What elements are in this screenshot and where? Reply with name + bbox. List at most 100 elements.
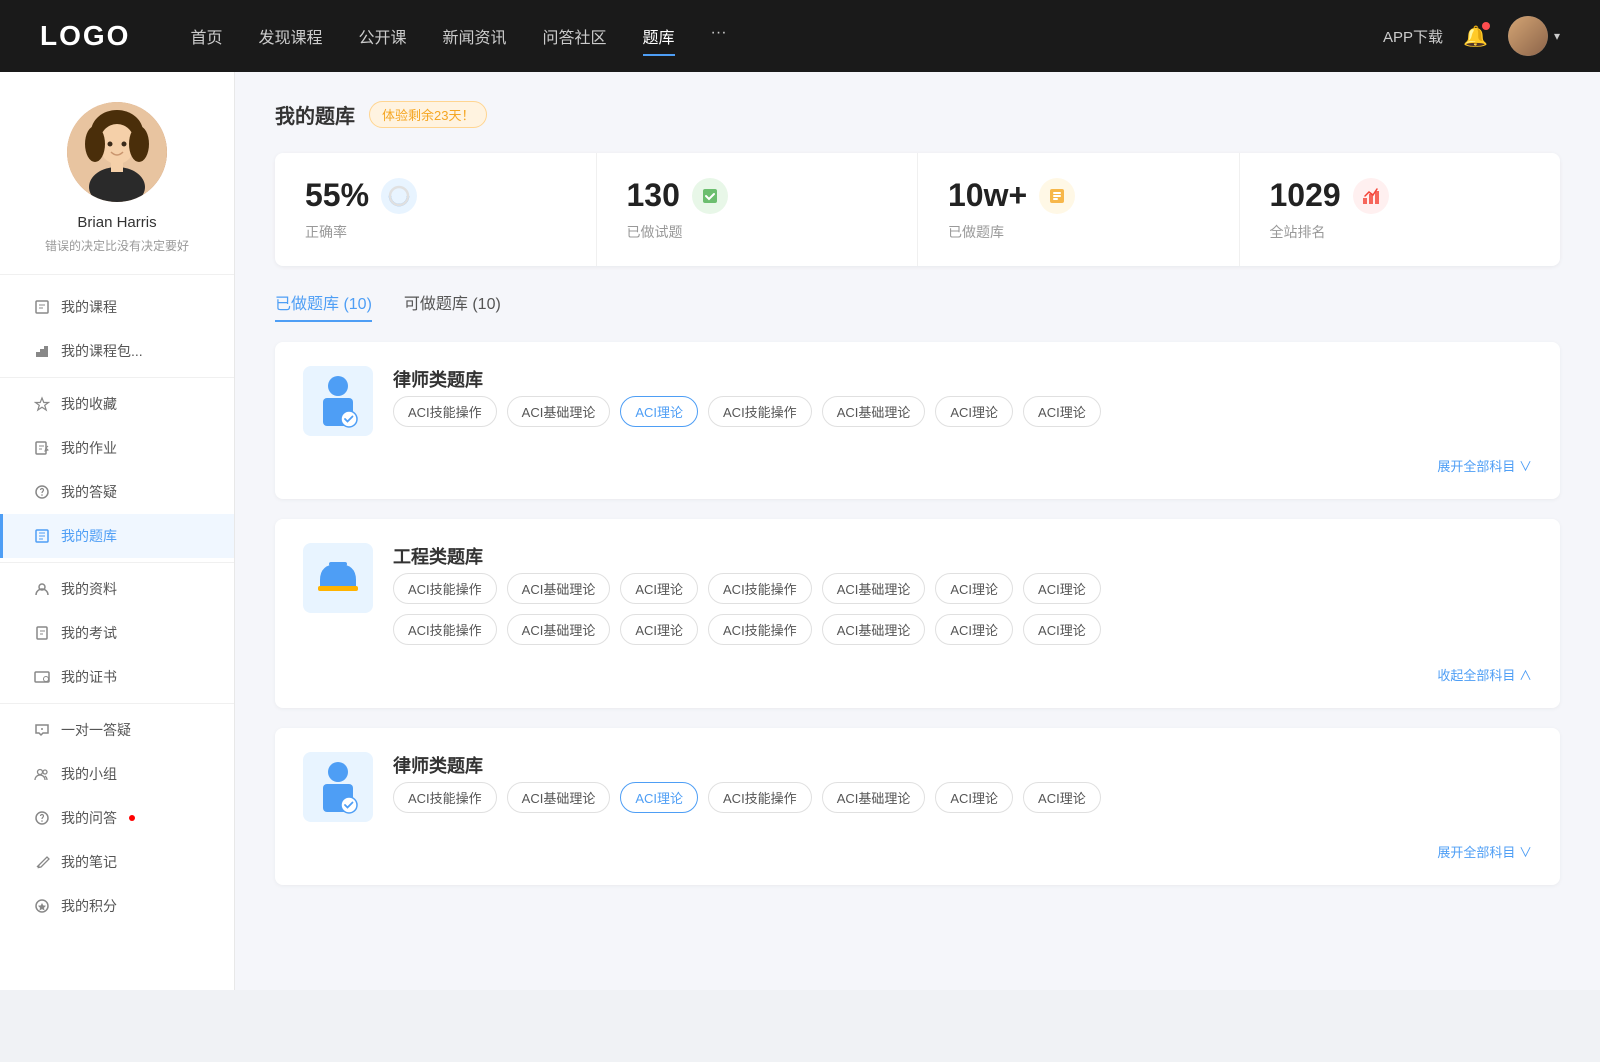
- bank-tag[interactable]: ACI基础理论: [822, 396, 926, 427]
- tab-done[interactable]: 已做题库 (10): [275, 290, 372, 322]
- bank-tag[interactable]: ACI理论: [620, 614, 698, 645]
- bank-tags: ACI技能操作 ACI基础理论 ACI理论 ACI技能操作 ACI基础理论 AC…: [393, 396, 1532, 427]
- trial-badge: 体验剩余23天！: [369, 101, 487, 128]
- bank-tag[interactable]: ACI理论: [620, 573, 698, 604]
- sidebar-item-course-packages[interactable]: 我的课程包...: [0, 329, 234, 373]
- tab-available[interactable]: 可做题库 (10): [404, 290, 501, 322]
- app-download-button[interactable]: APP下载: [1383, 26, 1443, 47]
- nav-link-home[interactable]: 首页: [190, 20, 222, 52]
- sidebar-item-points[interactable]: 我的积分: [0, 884, 234, 928]
- profile-avatar: [67, 102, 167, 202]
- stat-top: 1029: [1270, 177, 1531, 214]
- profile-icon: [33, 580, 51, 598]
- stat-value: 10w+: [948, 177, 1027, 214]
- bank-tag[interactable]: ACI技能操作: [708, 396, 812, 427]
- exam-icon: [33, 624, 51, 642]
- star-icon: [33, 395, 51, 413]
- bank-tag[interactable]: ACI技能操作: [393, 573, 497, 604]
- sidebar-item-label: 一对一答疑: [61, 720, 131, 740]
- sidebar-item-notes[interactable]: 我的笔记: [0, 840, 234, 884]
- bank-footer: 收起全部科目 ∧: [303, 665, 1532, 684]
- avatar: [1508, 16, 1548, 56]
- sidebar-item-my-questions[interactable]: 我的问答: [0, 796, 234, 840]
- expand-link-2[interactable]: 展开全部科目 ∨: [1437, 842, 1532, 861]
- bank-tag[interactable]: ACI理论: [1023, 782, 1101, 813]
- notification-dot: [1482, 22, 1490, 30]
- sidebar-item-favorites[interactable]: 我的收藏: [0, 382, 234, 426]
- divider: [0, 562, 234, 563]
- bank-card-1: 律师类题库 ACI技能操作 ACI基础理论 ACI理论 ACI技能操作 ACI基…: [275, 342, 1560, 499]
- user-avatar-dropdown[interactable]: ▾: [1508, 16, 1560, 56]
- bank-tag[interactable]: ACI理论: [1023, 396, 1101, 427]
- bank-tag[interactable]: ACI理论: [935, 396, 1013, 427]
- bank-tag[interactable]: ACI基础理论: [507, 782, 611, 813]
- sidebar-item-label: 我的答疑: [61, 482, 117, 502]
- courses-icon: [33, 298, 51, 316]
- bank-tag[interactable]: ACI技能操作: [393, 396, 497, 427]
- stat-top: 55%: [305, 177, 566, 214]
- collapse-link[interactable]: 收起全部科目 ∧: [1437, 665, 1532, 684]
- bank-title: 律师类题库: [393, 752, 1532, 778]
- bank-tag[interactable]: ACI基础理论: [822, 573, 926, 604]
- nav-link-discover[interactable]: 发现课程: [258, 20, 322, 52]
- points-icon: [33, 897, 51, 915]
- sidebar-item-label: 我的资料: [61, 579, 117, 599]
- stat-top: 10w+: [948, 177, 1209, 214]
- nav-link-news[interactable]: 新闻资讯: [443, 20, 507, 52]
- sidebar-item-certificate[interactable]: 我的证书: [0, 655, 234, 699]
- bank-footer: 展开全部科目 ∨: [303, 456, 1532, 475]
- nav-link-quiz[interactable]: 题库: [643, 20, 675, 52]
- ranking-icon: [1353, 178, 1389, 214]
- bank-icon: [33, 527, 51, 545]
- sidebar-item-exam[interactable]: 我的考试: [0, 611, 234, 655]
- sidebar-item-label: 我的考试: [61, 623, 117, 643]
- sidebar-item-label: 我的课程包...: [61, 341, 143, 361]
- bank-card-3: 律师类题库 ACI技能操作 ACI基础理论 ACI理论 ACI技能操作 ACI基…: [275, 728, 1560, 885]
- stat-label: 已做题库: [948, 222, 1209, 242]
- sidebar-item-profile[interactable]: 我的资料: [0, 567, 234, 611]
- sidebar-item-label: 我的小组: [61, 764, 117, 784]
- bank-tag[interactable]: ACI基础理论: [507, 614, 611, 645]
- bank-tag[interactable]: ACI基础理论: [822, 614, 926, 645]
- bank-tag[interactable]: ACI理论: [935, 614, 1013, 645]
- nav-logo[interactable]: LOGO: [40, 20, 130, 52]
- bank-tag[interactable]: ACI技能操作: [393, 782, 497, 813]
- bank-tag-active[interactable]: ACI理论: [620, 782, 698, 813]
- nav-link-more[interactable]: ···: [711, 20, 727, 52]
- expand-link[interactable]: 展开全部科目 ∨: [1437, 456, 1532, 475]
- stat-done-banks: 10w+ 已做题库: [918, 153, 1240, 266]
- sidebar-item-questions[interactable]: 我的答疑: [0, 470, 234, 514]
- sidebar-item-my-courses[interactable]: 我的课程: [0, 285, 234, 329]
- bank-tag[interactable]: ACI理论: [1023, 614, 1101, 645]
- sidebar-item-homework[interactable]: 我的作业: [0, 426, 234, 470]
- sidebar-item-question-bank[interactable]: 我的题库: [0, 514, 234, 558]
- bank-tag[interactable]: ACI理论: [935, 573, 1013, 604]
- bank-tags: ACI技能操作 ACI基础理论 ACI理论 ACI技能操作 ACI基础理论 AC…: [393, 782, 1532, 813]
- accuracy-icon: [381, 178, 417, 214]
- nav-link-qa[interactable]: 问答社区: [543, 20, 607, 52]
- sidebar-item-group[interactable]: 我的小组: [0, 752, 234, 796]
- bank-tag[interactable]: ACI理论: [935, 782, 1013, 813]
- stat-value: 130: [627, 177, 680, 214]
- bank-tag-active[interactable]: ACI理论: [620, 396, 698, 427]
- bank-tag[interactable]: ACI基础理论: [822, 782, 926, 813]
- avatar-image: [1508, 16, 1548, 56]
- sidebar-item-tutoring[interactable]: 一对一答疑: [0, 708, 234, 752]
- bank-card-header: 工程类题库 ACI技能操作 ACI基础理论 ACI理论 ACI技能操作 ACI基…: [303, 543, 1532, 645]
- nav-link-open[interactable]: 公开课: [358, 20, 406, 52]
- bank-tag[interactable]: ACI基础理论: [507, 396, 611, 427]
- bank-tag[interactable]: ACI技能操作: [708, 782, 812, 813]
- bank-tag[interactable]: ACI技能操作: [708, 614, 812, 645]
- bank-tag[interactable]: ACI理论: [1023, 573, 1101, 604]
- bank-card-header: 律师类题库 ACI技能操作 ACI基础理论 ACI理论 ACI技能操作 ACI基…: [303, 366, 1532, 436]
- bank-tag[interactable]: ACI技能操作: [708, 573, 812, 604]
- notification-bell[interactable]: 🔔: [1463, 24, 1488, 49]
- bank-info: 工程类题库 ACI技能操作 ACI基础理论 ACI理论 ACI技能操作 ACI基…: [393, 543, 1532, 645]
- bank-tag[interactable]: ACI技能操作: [393, 614, 497, 645]
- bank-title: 工程类题库: [393, 543, 1532, 569]
- bank-info: 律师类题库 ACI技能操作 ACI基础理论 ACI理论 ACI技能操作 ACI基…: [393, 752, 1532, 813]
- bank-tag[interactable]: ACI基础理论: [507, 573, 611, 604]
- divider: [0, 377, 234, 378]
- main-content: 我的题库 体验剩余23天！ 55% 正确率 13: [235, 72, 1600, 990]
- sidebar-profile: Brian Harris 错误的决定比没有决定要好: [0, 102, 234, 275]
